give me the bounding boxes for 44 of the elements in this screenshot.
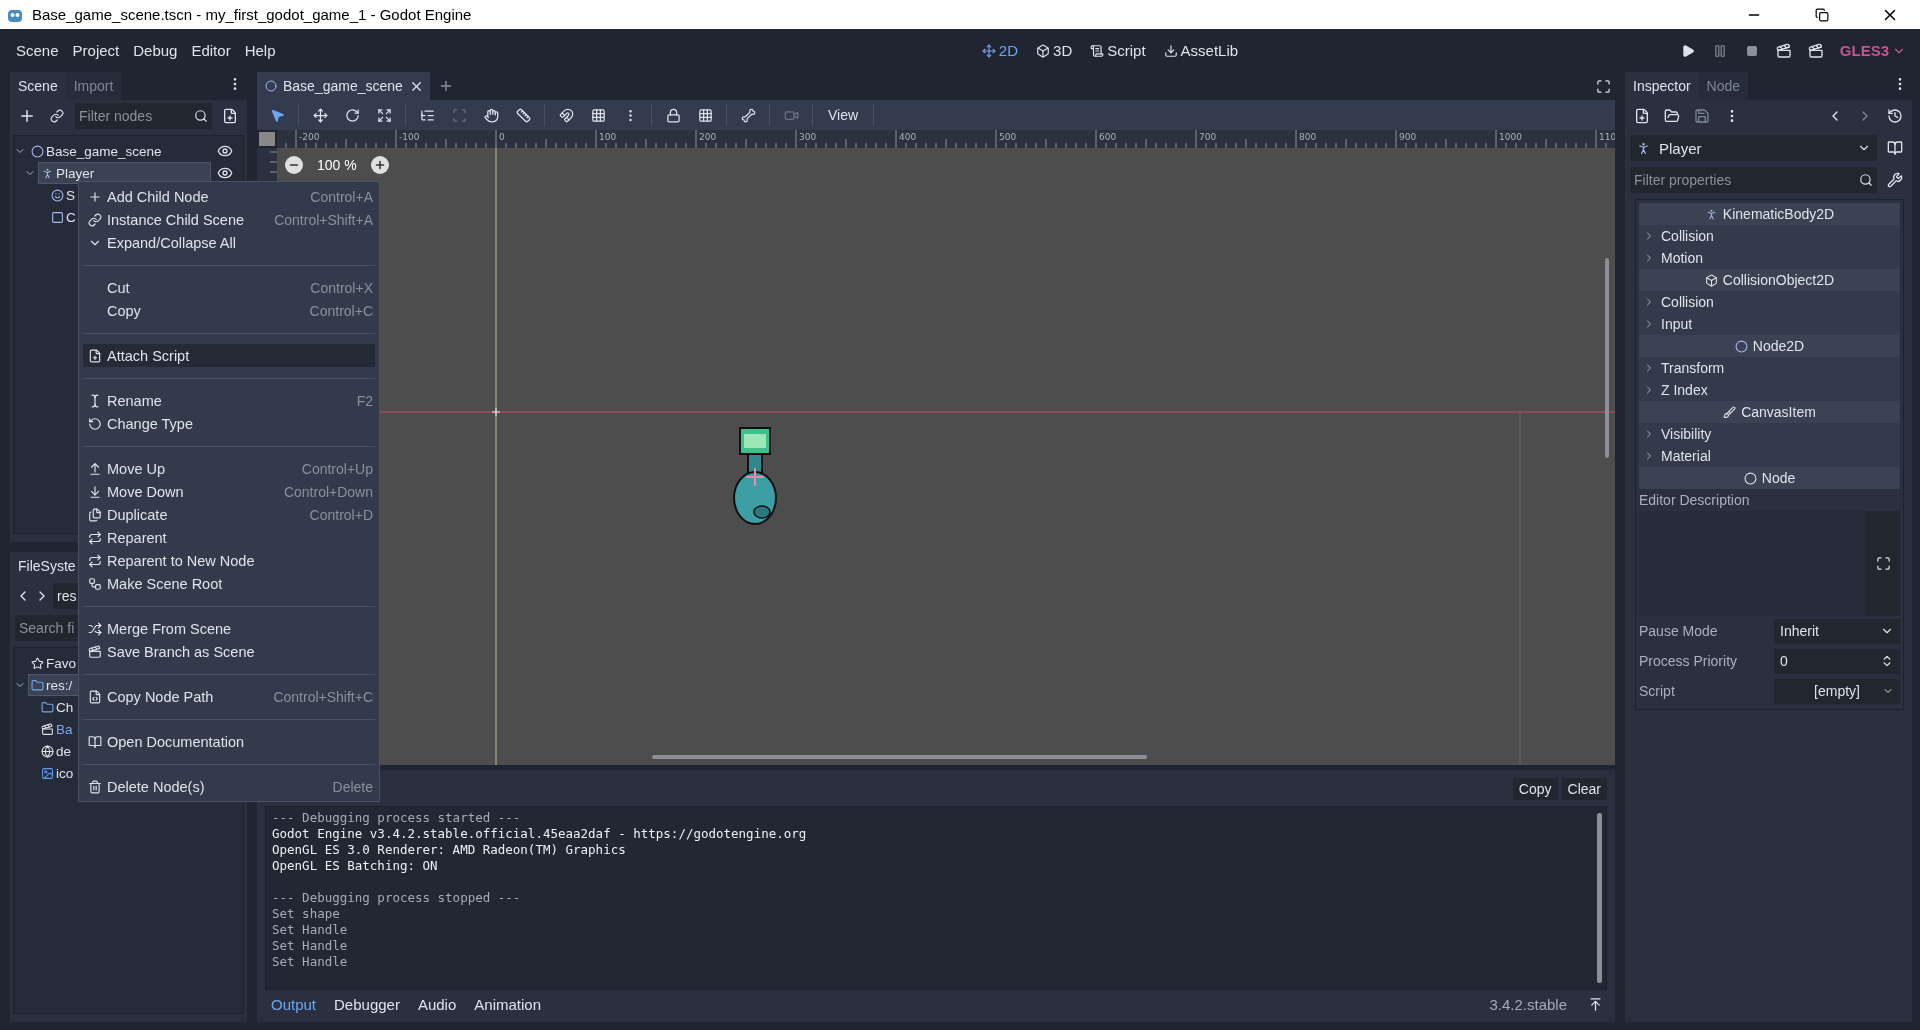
shortcut-label: Control+C xyxy=(309,302,373,319)
log-line: Set Handle xyxy=(272,938,349,954)
log-line: Godot Engine v3.4.2.stable.official.45eaa2daf - https://godotengine.org xyxy=(272,826,808,842)
ruler-label: -100 xyxy=(399,132,420,142)
ruler-label: 300 xyxy=(799,132,817,142)
log-line: Set Handle xyxy=(272,954,349,970)
window-title: Base_game_scene.tscn - my_first_godot_game_1 - Godot Engine xyxy=(32,6,473,23)
log-line: --- Debugging process stopped --- xyxy=(272,890,522,906)
shortcut-label: Control+D xyxy=(309,506,373,523)
ruler-label: 110 xyxy=(1599,132,1615,142)
log-line: Set shape xyxy=(272,906,341,922)
shortcut-label: Delete xyxy=(332,778,373,795)
version-label: 3.4.2.stable xyxy=(1489,995,1567,1013)
section-title: CollisionObject2D xyxy=(1722,272,1835,288)
log-line: OpenGL ES 3.0 Renderer: AMD Radeon(TM) Graphics xyxy=(272,842,627,858)
ruler-label: 500 xyxy=(999,132,1017,142)
property-label: Pause Mode xyxy=(1639,622,1719,641)
section-title: KinematicBody2D xyxy=(1722,206,1835,222)
ruler-label: 200 xyxy=(699,132,717,142)
ruler-label: 800 xyxy=(1299,132,1317,142)
property-label: Script xyxy=(1639,682,1676,701)
ruler-label: 900 xyxy=(1399,132,1417,142)
ruler-label: 600 xyxy=(1099,132,1117,142)
shortcut-label: Control+Shift+A xyxy=(274,211,373,228)
ruler-label: 700 xyxy=(1199,132,1217,142)
log-line: --- Debugging process started --- xyxy=(272,810,522,826)
ruler-label: -200 xyxy=(299,132,320,142)
shortcut-label: Control+Up xyxy=(301,460,373,477)
ruler-label: 0 xyxy=(499,132,505,142)
shortcut-label: Control+Shift+C xyxy=(273,688,373,705)
ruler-label: 100 xyxy=(599,132,617,142)
property-label: Editor Description xyxy=(1639,491,1751,510)
shortcut-label: Control+Down xyxy=(283,483,373,500)
log-line: OpenGL ES Batching: ON xyxy=(272,858,439,874)
section-title: CanvasItem xyxy=(1741,404,1816,420)
shortcut-label: Control+X xyxy=(310,279,373,296)
ruler-label: 400 xyxy=(899,132,917,142)
log-line: Set Handle xyxy=(272,922,349,938)
section-title: Node xyxy=(1761,470,1796,486)
section-title: Node2D xyxy=(1752,338,1805,354)
property-label: Process Priority xyxy=(1639,652,1739,671)
shortcut-label: Control+A xyxy=(310,188,373,205)
ruler-label: 1000 xyxy=(1499,132,1522,142)
shortcut-label: F2 xyxy=(356,392,373,409)
